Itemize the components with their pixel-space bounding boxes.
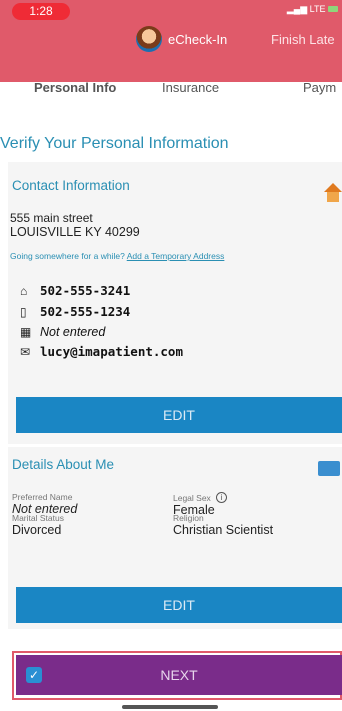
marital-status-label: Marital Status	[12, 513, 64, 523]
id-card-icon	[318, 461, 340, 476]
edit-details-button[interactable]: EDIT	[16, 587, 342, 623]
contact-information-card: Contact Information 555 main street LOUI…	[8, 162, 342, 444]
envelope-icon: ✉	[20, 344, 31, 359]
preferred-name-label: Preferred Name	[12, 492, 73, 502]
home-indicator[interactable]	[122, 705, 218, 709]
status-time: 1:28	[12, 3, 70, 20]
religion-label: Religion	[173, 513, 204, 523]
header-title: eCheck-In	[168, 32, 228, 47]
marital-status-field: Marital Status Divorced	[12, 513, 64, 537]
religion-field: Religion Christian Scientist	[173, 513, 273, 537]
next-button[interactable]: ✓ NEXT	[16, 655, 342, 695]
work-phone-value: Not entered	[40, 325, 106, 339]
religion-value: Christian Scientist	[173, 523, 274, 537]
mobile-phone-value: 502-555-1234	[40, 304, 131, 319]
finish-later-button[interactable]: Finish Late	[271, 32, 335, 47]
content-scroll-area[interactable]: Verify Your Personal Information Contact…	[0, 102, 342, 680]
checkbox-icon: ✓	[26, 667, 42, 683]
step-tabs: Personal Info Insurance Paym	[0, 82, 342, 102]
marital-status-value: Divorced	[12, 523, 62, 537]
house-icon	[324, 183, 342, 202]
info-icon[interactable]: i	[216, 492, 228, 503]
temporary-address-prompt: Going somewhere for a while? Add a Tempo…	[10, 251, 224, 261]
home-phone-row: ⌂ 502-555-3241	[20, 283, 130, 298]
tab-payment[interactable]: Paym	[303, 82, 336, 95]
email-row: ✉ lucy@imapatient.com	[20, 344, 183, 359]
home-icon: ⌂	[20, 283, 28, 298]
add-temporary-address-link[interactable]: Add a Temporary Address	[127, 251, 225, 261]
network-type: LTE	[309, 4, 326, 14]
address-line-1: 555 main street	[10, 211, 93, 225]
mobile-phone-icon: ▯	[20, 304, 27, 319]
legal-sex-label: Legal Sex	[173, 493, 211, 503]
mobile-phone-row: ▯ 502-555-1234	[20, 304, 130, 319]
battery-icon	[328, 6, 338, 12]
tab-personal-info[interactable]: Personal Info	[34, 82, 116, 95]
contact-information-title: Contact Information	[12, 178, 130, 193]
page-title: Verify Your Personal Information	[0, 135, 229, 152]
signal-bars-icon: ▂▄▆	[286, 4, 308, 14]
email-value: lucy@imapatient.com	[40, 344, 183, 359]
avatar[interactable]	[136, 26, 162, 52]
legal-sex-label-row: Legal Sex i	[173, 492, 228, 503]
home-phone-value: 502-555-3241	[40, 283, 131, 298]
details-about-me-card: Details About Me Preferred Name Not ente…	[8, 447, 342, 629]
office-building-icon: ▦	[20, 325, 32, 339]
tab-insurance[interactable]: Insurance	[162, 82, 219, 95]
details-about-me-title: Details About Me	[12, 457, 115, 472]
work-phone-row: ▦ Not entered	[20, 325, 105, 339]
next-button-label: NEXT	[160, 667, 198, 683]
edit-contact-button[interactable]: EDIT	[16, 397, 342, 433]
temporary-address-text: Going somewhere for a while?	[10, 251, 125, 261]
signal-indicator: ▂▄▆ LTE	[287, 4, 338, 15]
address-line-2: LOUISVILLE KY 40299	[10, 225, 140, 239]
app-header: eCheck-In Finish Late	[0, 22, 342, 82]
status-bar: 1:28 ▂▄▆ LTE	[0, 0, 342, 22]
